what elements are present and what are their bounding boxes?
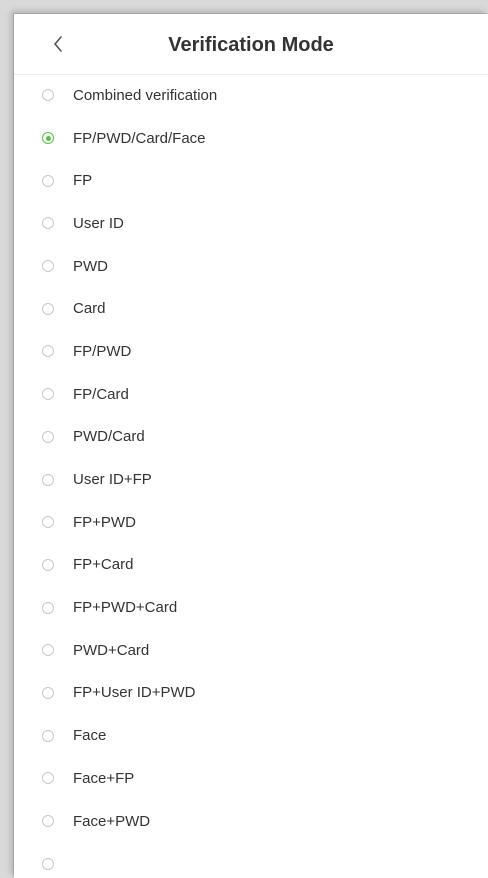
radio-button[interactable] xyxy=(42,644,54,657)
radio-button[interactable] xyxy=(42,260,54,273)
option-label: Combined verification xyxy=(73,86,218,104)
option-label: FP+PWD+Card xyxy=(73,599,178,617)
option-label: FP/Card xyxy=(73,385,129,403)
radio-button[interactable] xyxy=(42,302,54,315)
radio-option[interactable]: User ID+FP xyxy=(14,458,488,501)
radio-option[interactable]: FP+PWD xyxy=(14,501,488,544)
radio-option[interactable]: FP/PWD/Card/Face xyxy=(14,117,488,160)
radio-button-selected[interactable] xyxy=(42,132,54,145)
option-label: Face+PWD xyxy=(73,812,151,830)
radio-option[interactable]: FP/Card xyxy=(14,373,488,416)
radio-option[interactable]: PWD/Card xyxy=(14,416,488,459)
option-label: Face xyxy=(73,727,107,745)
device-frame: Verification Mode Combined verification … xyxy=(0,0,488,878)
radio-button[interactable] xyxy=(42,516,54,529)
option-label: FP/PWD/Card/Face xyxy=(73,129,206,147)
page-title: Verification Mode xyxy=(168,34,334,56)
radio-option[interactable]: User ID xyxy=(14,202,488,245)
option-label: FP/PWD xyxy=(73,342,132,360)
radio-button[interactable] xyxy=(42,174,54,187)
option-label: Face+FP xyxy=(73,769,135,787)
radio-option[interactable]: PWD xyxy=(14,245,488,288)
option-label: User ID+FP xyxy=(73,471,152,489)
option-label: PWD xyxy=(73,257,108,275)
radio-button[interactable] xyxy=(42,430,54,443)
radio-option[interactable]: Face+FP xyxy=(14,757,488,800)
radio-option[interactable]: Face xyxy=(14,714,488,757)
radio-button[interactable] xyxy=(42,388,54,401)
radio-button[interactable] xyxy=(42,686,54,699)
radio-button[interactable] xyxy=(42,345,54,358)
radio-option[interactable]: FP/PWD xyxy=(14,330,488,373)
option-label: FP+Card xyxy=(73,556,134,574)
option-label: User ID xyxy=(73,214,124,232)
radio-option[interactable]: FP+PWD+Card xyxy=(14,586,488,629)
radio-button[interactable] xyxy=(42,857,54,870)
radio-button[interactable] xyxy=(42,601,54,614)
screen: Verification Mode Combined verification … xyxy=(14,14,488,878)
radio-option[interactable]: Combined verification xyxy=(14,74,488,117)
radio-option[interactable]: Face+PWD xyxy=(14,800,488,843)
radio-button[interactable] xyxy=(42,473,54,486)
radio-option[interactable]: FP+Card xyxy=(14,544,488,587)
option-label: FP xyxy=(73,172,93,190)
option-label: FP+User ID+PWD xyxy=(73,684,196,702)
verification-mode-list: Combined verification FP/PWD/Card/Face F… xyxy=(14,74,488,878)
radio-button[interactable] xyxy=(42,729,54,742)
radio-button[interactable] xyxy=(42,558,54,571)
radio-button[interactable] xyxy=(42,217,54,230)
radio-option[interactable]: FP+User ID+PWD xyxy=(14,672,488,715)
radio-option[interactable]: Card xyxy=(14,287,488,330)
header-bar: Verification Mode xyxy=(14,14,488,75)
radio-button[interactable] xyxy=(42,89,54,102)
radio-button[interactable] xyxy=(42,772,54,785)
option-label: PWD/Card xyxy=(73,428,145,446)
radio-option[interactable]: PWD+Card xyxy=(14,629,488,672)
option-label: Card xyxy=(73,300,106,318)
radio-button[interactable] xyxy=(42,815,54,828)
radio-option[interactable]: FP xyxy=(14,159,488,202)
radio-option[interactable] xyxy=(14,842,488,878)
option-label: FP+PWD xyxy=(73,513,136,531)
option-label: PWD+Card xyxy=(73,641,150,659)
